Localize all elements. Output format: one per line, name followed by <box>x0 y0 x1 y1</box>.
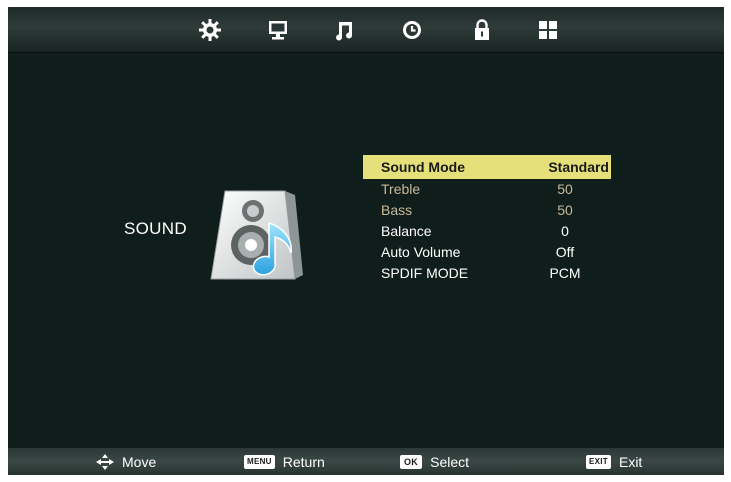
tab-sound[interactable] <box>329 15 359 45</box>
ok-key-icon: OK <box>400 454 423 469</box>
menu-item-value: 0 <box>561 223 569 239</box>
music-note-icon <box>336 22 353 41</box>
hint-exit: EXIT Exit <box>586 452 642 471</box>
sound-settings-menu: Sound Mode Standard Treble 50 Bass 50 Ba… <box>363 155 611 284</box>
menu-item-spdif-mode[interactable]: SPDIF MODE PCM <box>363 263 611 284</box>
key-hint-bar: Move MENU Return OK Select EXIT Exit <box>8 448 724 475</box>
gear-icon <box>199 19 221 41</box>
speaker-music-icon <box>210 190 303 280</box>
menu-item-sound-mode[interactable]: Sound Mode Standard <box>363 155 611 179</box>
hint-select-label: Select <box>430 453 470 470</box>
menu-item-auto-volume[interactable]: Auto Volume Off <box>363 242 611 263</box>
menu-item-bass[interactable]: Bass 50 <box>363 200 611 221</box>
hint-move: Move <box>96 452 156 471</box>
tv-osd-screen: SOUND Sound Mode Standard Treble 50 Bass… <box>8 7 724 475</box>
menu-item-label: Sound Mode <box>381 159 465 175</box>
menu-item-label: Treble <box>381 181 421 197</box>
menu-item-value: 50 <box>557 202 573 218</box>
menu-item-label: Auto Volume <box>381 244 461 260</box>
tab-setup[interactable] <box>533 15 563 45</box>
tab-time[interactable] <box>397 15 427 45</box>
move-arrows-icon <box>96 453 114 470</box>
menu-item-label: SPDIF MODE <box>381 265 469 281</box>
menu-key-icon: MENU <box>244 454 275 469</box>
menu-item-value: PCM <box>549 265 581 281</box>
padlock-icon <box>475 19 489 40</box>
hint-return: MENU Return <box>244 452 325 471</box>
hint-move-label: Move <box>122 453 157 470</box>
exit-key-icon: EXIT <box>586 454 611 469</box>
menu-item-treble[interactable]: Treble 50 <box>363 179 611 200</box>
grid-icon <box>539 21 557 39</box>
hint-exit-label: Exit <box>618 453 643 470</box>
tab-screen[interactable] <box>263 15 293 45</box>
menu-item-label: Bass <box>381 202 413 218</box>
menu-item-value: 50 <box>557 181 573 197</box>
clock-icon <box>403 21 421 39</box>
section-title: SOUND <box>124 219 187 238</box>
menu-item-balance[interactable]: Balance 0 <box>363 221 611 242</box>
menu-item-value: Standard <box>548 159 609 175</box>
hint-select: OK Select <box>400 452 469 471</box>
menu-item-value: Off <box>555 244 575 260</box>
monitor-icon <box>269 21 287 40</box>
tab-picture[interactable] <box>195 15 225 45</box>
menu-tab-bar <box>8 7 724 53</box>
tab-lock[interactable] <box>467 15 497 45</box>
hint-return-label: Return <box>282 453 325 470</box>
menu-item-label: Balance <box>381 223 432 239</box>
